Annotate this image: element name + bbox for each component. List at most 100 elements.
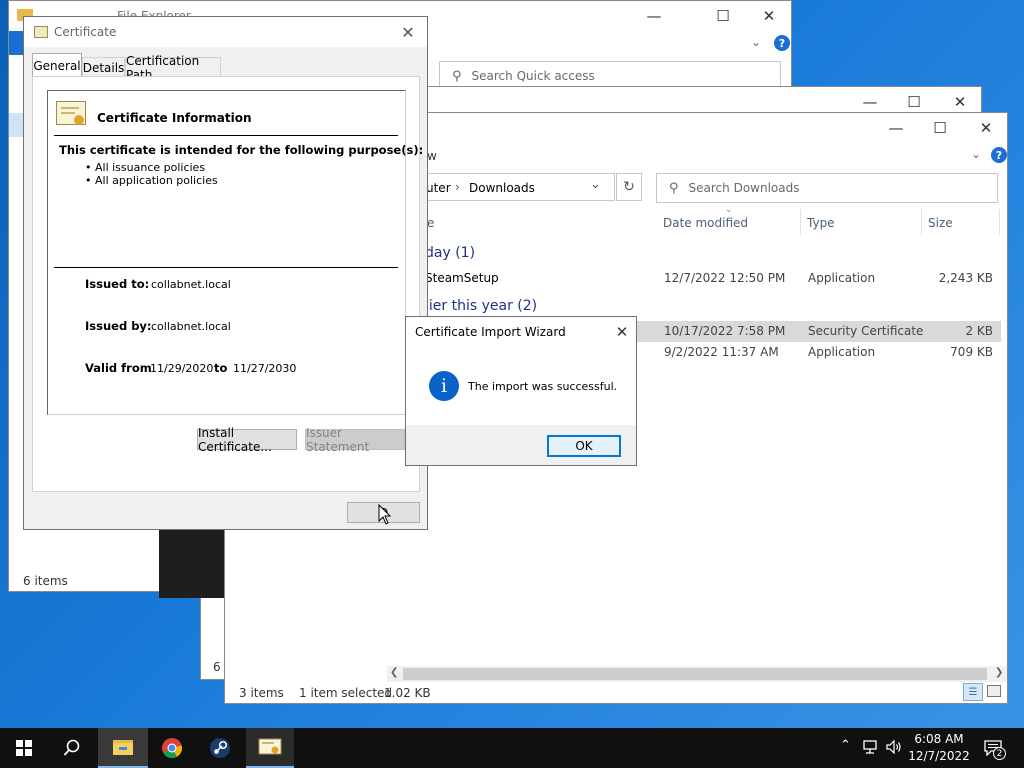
address-dropdown-chevron-icon[interactable]: ⌄: [590, 177, 601, 192]
valid-to-value: 11/27/2030: [233, 362, 297, 375]
column-header-type[interactable]: Type: [807, 216, 835, 230]
minimize-button[interactable]: —: [873, 113, 919, 143]
horizontal-scrollbar[interactable]: ❮ ❯: [387, 666, 1007, 682]
certificate-icon: [34, 26, 48, 38]
clock-time: 6:08 AM: [914, 732, 964, 746]
issued-to-label: Issued to:: [85, 277, 150, 291]
search-placeholder: Search Downloads: [688, 181, 800, 195]
details-view-icon[interactable]: ☰: [963, 683, 983, 701]
issuer-statement-button: Issuer Statement: [305, 426, 405, 454]
file-size: 2,243 KB: [938, 271, 993, 285]
breadcrumb-part[interactable]: uter: [426, 181, 451, 195]
file-size: 2 KB: [965, 324, 993, 338]
message-text: The import was successful.: [468, 380, 618, 393]
button-label: OK: [575, 439, 593, 453]
close-button[interactable]: ✕: [388, 17, 428, 47]
info-icon: i: [429, 371, 459, 401]
start-button[interactable]: [0, 728, 48, 768]
status-size: 1.02 KB: [384, 686, 431, 700]
status-selected: 1 item selected: [299, 686, 393, 700]
file-date: 10/17/2022 7:58 PM: [664, 324, 786, 338]
breadcrumb-downloads[interactable]: Downloads: [469, 181, 535, 195]
issued-to-value: collabnet.local: [151, 278, 231, 291]
column-divider: [800, 209, 801, 235]
button-label: Install Certificate...: [198, 425, 272, 454]
file-explorer-icon: [113, 740, 133, 755]
tab-label: Details: [82, 60, 125, 75]
large-icons-view-icon[interactable]: [987, 685, 1001, 697]
tab-details[interactable]: Details: [82, 57, 125, 77]
search-taskbar-button[interactable]: [48, 728, 96, 768]
minimize-button[interactable]: —: [631, 1, 677, 31]
taskbar-chrome[interactable]: [148, 728, 196, 768]
network-icon[interactable]: [863, 740, 879, 754]
column-header-date-modified[interactable]: Date modified: [663, 216, 748, 230]
column-header-size[interactable]: Size: [928, 216, 953, 230]
mouse-cursor-icon: [378, 504, 392, 525]
table-row[interactable]: SteamSetup 12/7/2022 12:50 PM Applicatio…: [421, 268, 1001, 289]
search-icon: [63, 739, 80, 756]
file-date: 12/7/2022 12:50 PM: [664, 271, 786, 285]
file-type: Application: [808, 271, 876, 285]
divider: [54, 135, 398, 136]
ribbon-expand-chevron-icon[interactable]: ⌄: [751, 35, 761, 49]
issued-by-value: collabnet.local: [151, 320, 231, 333]
nav-pane-item: [9, 113, 23, 137]
column-header-name[interactable]: e: [427, 216, 434, 230]
windows-logo-icon: [16, 740, 32, 756]
search-icon: ⚲: [452, 68, 462, 84]
purpose-item: • All issuance policies: [85, 161, 206, 174]
issued-by-label: Issued by:: [85, 319, 152, 333]
import-wizard-dialog: Certificate Import Wizard ✕ i The import…: [405, 316, 637, 466]
scroll-right-arrow-icon[interactable]: ❯: [995, 667, 1003, 678]
scroll-left-arrow-icon[interactable]: ❮: [390, 667, 398, 678]
purpose-heading: This certificate is intended for the fol…: [59, 143, 424, 157]
dialog-title: Certificate Import Wizard: [415, 325, 566, 339]
taskbar-file-explorer[interactable]: [98, 728, 148, 768]
group-header-earlier-this-year[interactable]: lier this year (2): [425, 298, 537, 314]
clock[interactable]: 6:08 AM 12/7/2022: [906, 731, 972, 765]
breadcrumb-separator: ›: [455, 180, 460, 194]
sort-chevron-icon: ⌄: [725, 205, 733, 215]
action-center-button[interactable]: 2: [980, 736, 1010, 762]
valid-from-value: 11/29/2020: [150, 362, 214, 375]
address-bar[interactable]: uter › Downloads ⌄: [405, 173, 615, 201]
help-icon[interactable]: ?: [774, 35, 790, 51]
valid-to-label: to: [214, 361, 228, 375]
taskbar-steam[interactable]: [196, 728, 244, 768]
notification-count-badge: 2: [993, 747, 1006, 760]
search-downloads-input[interactable]: ⚲ Search Downloads: [656, 173, 998, 203]
refresh-button[interactable]: ↻: [616, 173, 642, 201]
close-button[interactable]: ✕: [963, 113, 1009, 143]
background-window-fragment: [159, 530, 225, 598]
group-header-today[interactable]: day (1): [425, 245, 475, 261]
ribbon-expand-chevron-icon[interactable]: ⌄: [971, 147, 981, 161]
tab-label: General: [33, 58, 81, 73]
tab-general[interactable]: General: [32, 53, 82, 77]
close-button[interactable]: ✕: [746, 1, 792, 31]
file-type: Application: [808, 345, 876, 359]
maximize-button[interactable]: ☐: [700, 1, 746, 31]
button-label: Issuer Statement: [306, 425, 370, 454]
wizard-ok-button[interactable]: OK: [547, 435, 621, 457]
nav-pane-selected: [9, 31, 23, 55]
close-button[interactable]: ✕: [612, 322, 632, 342]
volume-icon[interactable]: [886, 740, 902, 754]
scrollbar-thumb[interactable]: [403, 668, 987, 680]
show-hidden-icons-chevron-icon[interactable]: ⌃: [840, 738, 851, 753]
column-divider: [921, 209, 922, 235]
taskbar-certificate[interactable]: [246, 728, 294, 768]
ribbon-tab-view[interactable]: w: [427, 149, 437, 163]
certificate-info-panel: Certificate Information This certificate…: [47, 90, 423, 415]
certificate-info-title: Certificate Information: [97, 111, 252, 125]
valid-from-label: Valid from: [85, 361, 152, 375]
tab-page-general: Certificate Information This certificate…: [32, 76, 423, 492]
file-name: SteamSetup: [425, 271, 499, 285]
chrome-icon: [162, 738, 183, 759]
help-icon[interactable]: ?: [991, 147, 1007, 163]
tab-certification-path[interactable]: Certification Path: [125, 54, 221, 82]
file-size: 709 KB: [950, 345, 993, 359]
maximize-button[interactable]: ☐: [917, 113, 963, 143]
column-divider: [999, 209, 1000, 235]
install-certificate-button[interactable]: Install Certificate...: [197, 426, 297, 454]
